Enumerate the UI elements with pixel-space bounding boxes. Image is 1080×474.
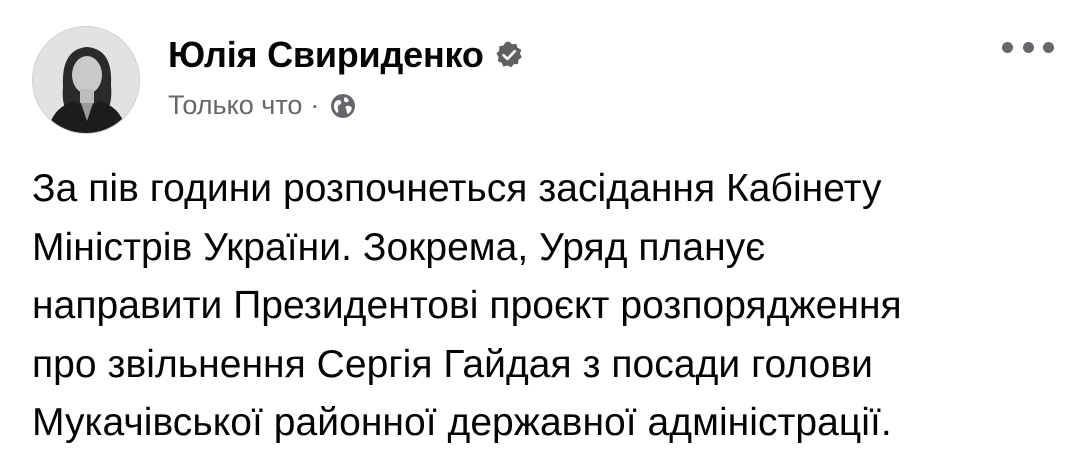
post-time-row: Только что · — [168, 90, 524, 121]
more-options-icon[interactable] — [1002, 32, 1054, 62]
post-header: Юлія Свириденко Только что · — [32, 26, 524, 134]
author-name[interactable]: Юлія Свириденко — [168, 34, 484, 76]
more-dot — [1022, 41, 1034, 53]
post-body-line: про звільнення Сергія Гайдая з посади го… — [32, 342, 874, 386]
post-body-line: направити Президентові проєкт розпорядже… — [32, 284, 902, 327]
post-body-line: Міністрів України. Зокрема, Уряд планує — [32, 225, 766, 269]
avatar-portrait — [33, 27, 139, 133]
author-name-row: Юлія Свириденко — [168, 32, 524, 78]
more-dot — [1043, 41, 1054, 53]
author-avatar[interactable] — [32, 26, 140, 134]
post-body: За пів години розпочнеться засідання Каб… — [32, 160, 1062, 453]
post-meta: Юлія Свириденко Только что · — [168, 32, 524, 121]
more-dot — [1002, 41, 1013, 53]
post-timestamp[interactable]: Только что — [168, 90, 302, 121]
verified-badge-icon — [494, 40, 524, 70]
globe-icon[interactable] — [329, 92, 357, 120]
post-body-line: За пів години розпочнеться засідання Каб… — [32, 167, 882, 210]
facebook-post: Юлія Свириденко Только что · За пів годи… — [0, 0, 1080, 474]
post-body-line: Мукачівської районної державної адмініст… — [32, 401, 892, 444]
meta-separator: · — [310, 90, 320, 120]
